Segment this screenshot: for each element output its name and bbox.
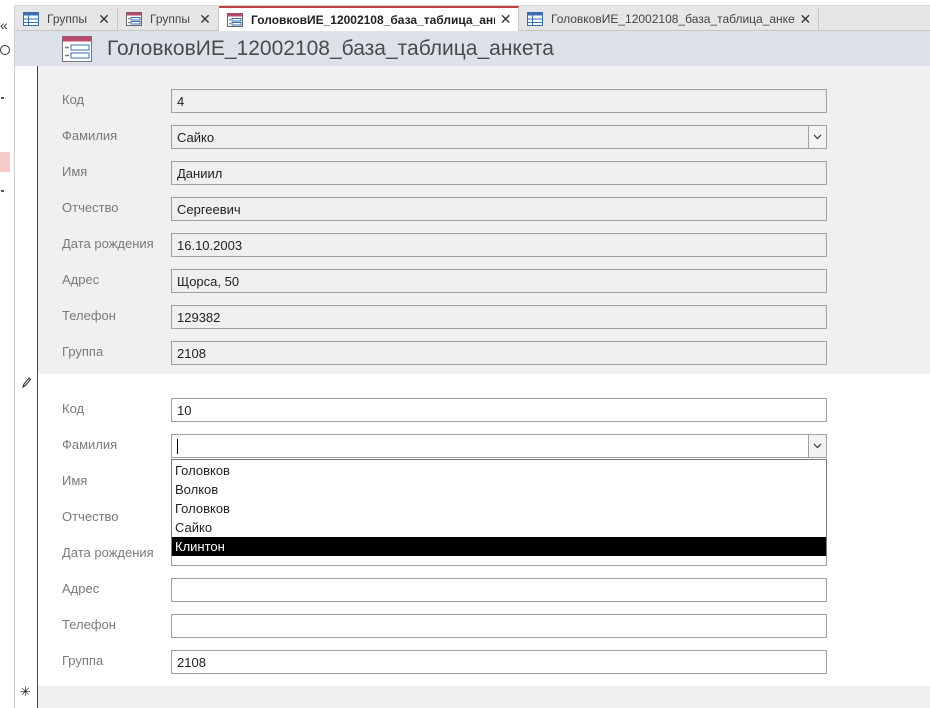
- form-header: ГоловковИЕ_12002108_база_таблица_анкета: [15, 31, 930, 66]
- form-icon: [227, 12, 243, 27]
- field-label: Код: [62, 92, 85, 107]
- form-record: Код 4 Фамилия Сайко Имя Даниил Отчество …: [38, 66, 930, 374]
- chevron-down-icon: [813, 443, 822, 449]
- field-row-telefon: Телефон: [38, 614, 930, 638]
- tab-label: ГоловковИЕ_12002108_база_таблица_анкета: [251, 12, 496, 27]
- dropdown-option-selected[interactable]: Клинтон: [172, 537, 826, 556]
- nav-marker: [1, 97, 4, 99]
- field-row-familiya: Фамилия: [38, 434, 930, 458]
- dropdown-option[interactable]: Головков: [172, 461, 826, 480]
- field-label: Группа: [62, 344, 104, 359]
- telefon-field[interactable]: 129382: [171, 305, 827, 329]
- kod-field[interactable]: 4: [171, 89, 827, 113]
- field-label: Адрес: [62, 272, 100, 287]
- field-row-adres: Адрес Щорса, 50: [38, 269, 930, 293]
- data-rozhdeniya-field[interactable]: 16.10.2003: [171, 233, 827, 257]
- tab-anketa-form[interactable]: ГоловковИЕ_12002108_база_таблица_анкета …: [219, 6, 519, 31]
- field-row-gruppa: Группа 2108: [38, 341, 930, 365]
- familiya-dropdown-list[interactable]: Головков Волков Головков Сайко Клинтон: [171, 459, 827, 556]
- field-row-otchestvo: Отчество Сергеевич: [38, 197, 930, 221]
- field-label: Отчество: [62, 200, 119, 215]
- field-row-data-rozhdeniya: Дата рождения 16.10.2003: [38, 233, 930, 257]
- field-row-adres: Адрес: [38, 578, 930, 602]
- field-label: Имя: [62, 473, 88, 488]
- form-icon: [126, 12, 142, 26]
- nav-marker: [1, 190, 4, 192]
- field-row-imya: Имя Даниил: [38, 161, 930, 185]
- field-row-kod: Код 4: [38, 89, 930, 113]
- document-tab-bar: Группы ✕ Группы ✕ ГоловковИЕ_12002108_ба…: [15, 6, 930, 31]
- otchestvo-field[interactable]: Сергеевич: [171, 197, 827, 221]
- navigation-pane-collapsed[interactable]: «: [0, 5, 15, 708]
- dropdown-option[interactable]: Сайко: [172, 518, 826, 537]
- field-label: Фамилия: [62, 128, 118, 143]
- dropdown-option[interactable]: Волков: [172, 480, 826, 499]
- field-label: Имя: [62, 164, 88, 179]
- field-row-telefon: Телефон 129382: [38, 305, 930, 329]
- dropdown-button[interactable]: [808, 126, 826, 148]
- familiya-combobox[interactable]: Сайко: [171, 125, 827, 149]
- text-cursor: [177, 439, 178, 454]
- adres-field[interactable]: Щорса, 50: [171, 269, 827, 293]
- field-label: Телефон: [62, 617, 116, 632]
- kod-field[interactable]: 10: [171, 398, 827, 422]
- record-selector-column[interactable]: ✳: [15, 66, 38, 708]
- field-label: Дата рождения: [62, 236, 154, 251]
- tab-anketa-table[interactable]: ГоловковИЕ_12002108_база_таблица_анкета …: [519, 8, 819, 30]
- field-label: Адрес: [62, 581, 100, 596]
- form-icon: [62, 36, 92, 62]
- chevron-down-icon: [813, 134, 822, 140]
- field-label: Группа: [62, 653, 104, 668]
- search-icon[interactable]: [0, 45, 10, 55]
- field-row-gruppa: Группа 2108: [38, 650, 930, 674]
- tab-gruppy-table[interactable]: Группы ✕: [15, 8, 118, 30]
- field-label: Отчество: [62, 509, 119, 524]
- imya-field[interactable]: Даниил: [171, 161, 827, 185]
- field-label: Фамилия: [62, 437, 118, 452]
- field-label: Телефон: [62, 308, 116, 323]
- gruppa-field[interactable]: 2108: [171, 341, 827, 365]
- tab-label: Группы: [150, 12, 190, 26]
- tab-label: Группы: [47, 12, 87, 26]
- close-icon[interactable]: ✕: [97, 11, 111, 28]
- tab-label: ГоловковИЕ_12002108_база_таблица_анкета: [551, 12, 795, 26]
- dropdown-option[interactable]: Головков: [172, 499, 826, 518]
- close-icon[interactable]: ✕: [799, 11, 812, 28]
- close-icon[interactable]: ✕: [499, 11, 512, 28]
- adres-field[interactable]: [171, 578, 827, 602]
- table-icon: [527, 12, 543, 26]
- field-row-kod: Код 10: [38, 398, 930, 422]
- form-record-new: [38, 686, 930, 708]
- telefon-field[interactable]: [171, 614, 827, 638]
- pencil-icon: [22, 377, 32, 389]
- gruppa-field[interactable]: 2108: [171, 650, 827, 674]
- nav-selected-item[interactable]: [0, 152, 10, 172]
- table-icon: [23, 12, 39, 26]
- tab-gruppy-form[interactable]: Группы ✕: [118, 8, 219, 30]
- field-label: Дата рождения: [62, 545, 154, 560]
- field-label: Код: [62, 401, 85, 416]
- form-title: ГоловковИЕ_12002108_база_таблица_анкета: [107, 37, 554, 60]
- familiya-combobox[interactable]: [171, 434, 827, 458]
- dropdown-button[interactable]: [808, 435, 826, 457]
- close-icon[interactable]: ✕: [198, 11, 212, 28]
- collapse-icon[interactable]: «: [0, 17, 8, 33]
- field-row-familiya: Фамилия Сайко: [38, 125, 930, 149]
- new-record-icon: ✳: [20, 684, 31, 699]
- combobox-value: Сайко: [177, 130, 215, 145]
